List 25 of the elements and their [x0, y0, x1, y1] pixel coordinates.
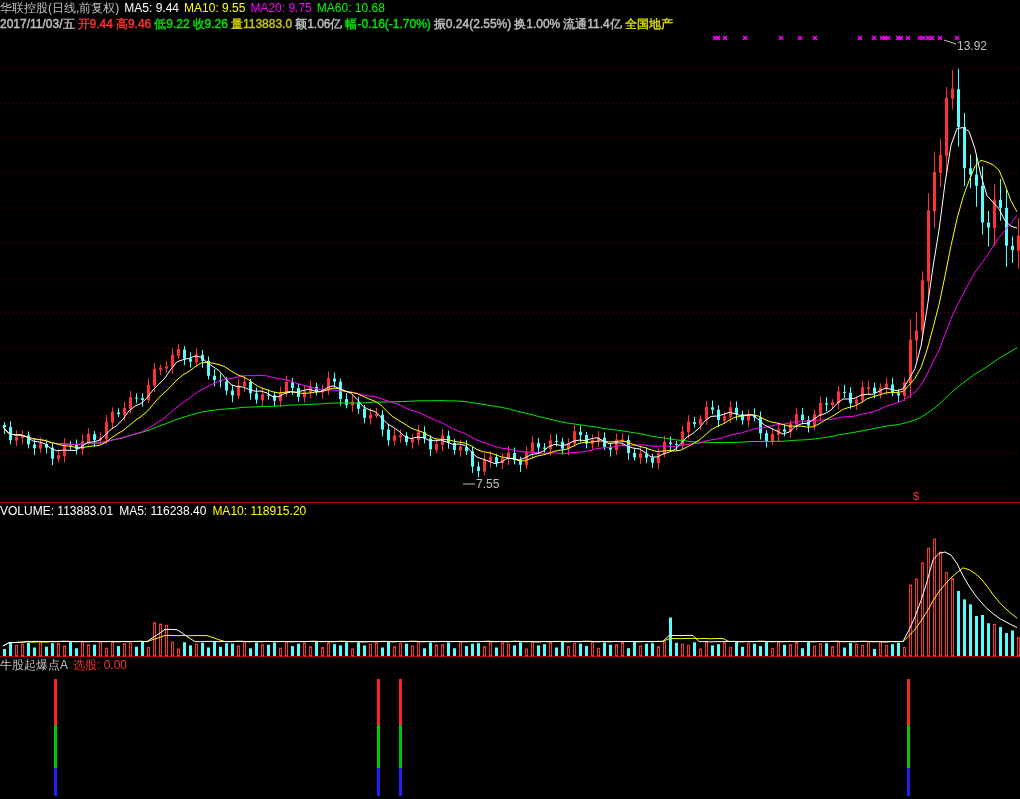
- moving-average-reading: MA20: 9.75: [250, 0, 312, 16]
- quote-item: 振0.24(2.55%): [433, 16, 512, 32]
- quote-item: 幅-0.16(-1.70%): [345, 16, 431, 32]
- moving-average-reading: MA5: 9.44: [124, 0, 180, 16]
- quote-item: 换1.00%: [514, 16, 561, 32]
- quote-item: 全国地产: [624, 16, 673, 32]
- indicator-reading: 选股: 0.00: [73, 657, 128, 673]
- moving-average-reading: MA10: 9.55: [184, 0, 246, 16]
- moving-average-reading: MA60: 10.68: [316, 0, 385, 16]
- quote-item: 高9.46: [115, 16, 152, 32]
- quote-item: 低9.22: [154, 16, 190, 32]
- stock-title: 华联控股(日线,前复权): [0, 0, 120, 16]
- low-price-label: 7.55: [476, 477, 500, 491]
- indicator-name: 牛股起爆点A: [0, 657, 68, 673]
- quote-item: 2017/11/03/五: [0, 16, 75, 32]
- quote-item: 开9.44: [77, 16, 113, 32]
- volume-reading: MA10: 118915.20: [212, 503, 307, 519]
- volume-reading: VOLUME: 113883.01: [0, 503, 114, 519]
- quote-item: 流通11.4亿: [563, 16, 622, 32]
- quote-item: 收9.26: [192, 16, 228, 32]
- quote-item: 量113883.0: [230, 16, 293, 32]
- quote-item: 额1.06亿: [295, 16, 343, 32]
- signal-mark: $: [913, 490, 920, 502]
- high-price-label: 13.92: [957, 39, 988, 53]
- volume-reading: MA5: 116238.40: [119, 503, 207, 519]
